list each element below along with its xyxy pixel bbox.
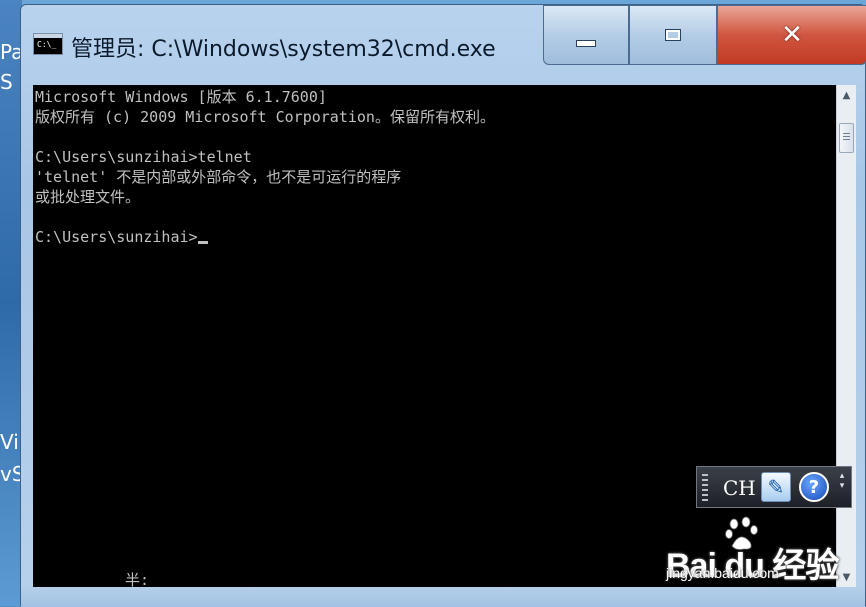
options-arrow-icon[interactable]: ▴ ▾ <box>837 471 847 491</box>
maximize-icon <box>666 30 680 40</box>
scroll-down-arrow-icon[interactable]: ▼ <box>837 567 856 587</box>
cmd-icon[interactable]: C:\_ <box>33 33 63 55</box>
console-line: Microsoft Windows [版本 6.1.7600] <box>35 88 327 106</box>
minimize-icon <box>576 39 596 47</box>
grip-handle-icon[interactable] <box>702 474 708 502</box>
handwriting-tool-icon[interactable]: ✎ <box>761 472 791 502</box>
help-icon[interactable]: ? <box>799 472 829 502</box>
close-icon: ✕ <box>781 20 803 50</box>
vertical-scrollbar[interactable]: ▲ ▼ <box>836 85 856 587</box>
maximize-button[interactable] <box>629 5 717 65</box>
desktop-label-vi[interactable]: Vi <box>0 430 19 454</box>
language-bar[interactable]: CH ✎ ? ▴ ▾ <box>696 466 852 508</box>
scroll-up-arrow-icon[interactable]: ▲ <box>837 85 856 105</box>
console-line: 或批处理文件。 <box>35 188 141 206</box>
console-line: 'telnet' 不是内部或外部命令，也不是可运行的程序 <box>35 168 402 186</box>
console-prompt-line[interactable]: C:\Users\sunzihai> <box>35 227 208 247</box>
ime-status: 半: <box>125 571 150 587</box>
baidu-url: jingyan.baidu.com <box>666 565 779 581</box>
window-title: 管理员: C:\Windows\system32\cmd.exe <box>71 37 496 62</box>
console-line: 版权所有 (c) 2009 Microsoft Corporation。保留所有… <box>35 108 495 126</box>
minimize-button[interactable] <box>543 5 629 65</box>
scrollbar-thumb[interactable] <box>839 123 854 153</box>
desktop-label-s[interactable]: S <box>0 70 13 94</box>
window-bottom-frame <box>21 587 865 607</box>
input-language-indicator[interactable]: CH <box>723 476 756 500</box>
console-output[interactable]: Microsoft Windows [版本 6.1.7600] 版权所有 (c)… <box>33 85 836 587</box>
baidu-watermark: Bai du 经验 jingyan.baidu.com <box>666 516 839 586</box>
console-line: C:\Users\sunzihai>telnet <box>35 148 252 166</box>
title-bar[interactable]: C:\_ 管理员: C:\Windows\system32\cmd.exe ✕ <box>21 5 866 83</box>
text-cursor <box>197 241 208 244</box>
close-button[interactable]: ✕ <box>717 5 866 65</box>
console-prompt: C:\Users\sunzihai> <box>35 228 198 246</box>
